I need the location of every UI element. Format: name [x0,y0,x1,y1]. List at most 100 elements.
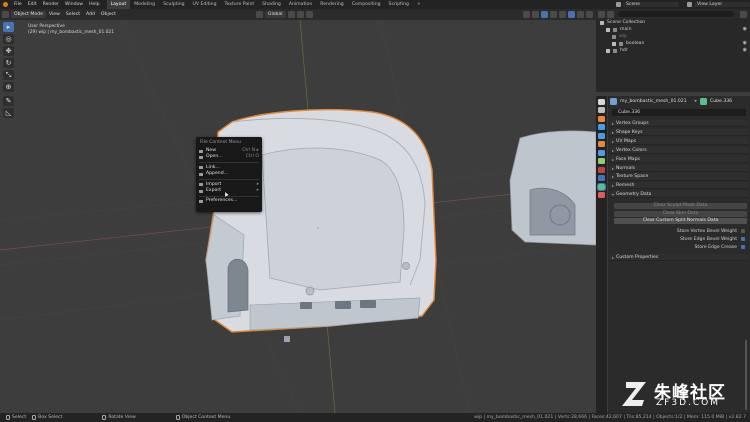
outliner-editor-icon[interactable] [598,10,605,18]
workspace-tab-uv-editing[interactable]: UV Editing [189,0,221,9]
workspace-tab-animation[interactable]: Animation [285,0,316,9]
cursor-icon[interactable]: ◎ [3,34,14,44]
workspace-tab-shading[interactable]: Shading [258,0,285,9]
menu-edit[interactable]: Edit [25,2,40,7]
proportional-edit-icon[interactable] [305,11,313,18]
overlay-icon[interactable] [541,11,548,18]
workspace-tab-compositing[interactable]: Compositing [348,0,385,9]
menu-view[interactable]: View [46,12,63,17]
properties-tabs [596,96,607,413]
outliner-item-hdr[interactable]: hdr ◉ [596,47,750,54]
collection-checkbox[interactable] [606,27,610,32]
context-menu-item-append[interactable]: Append... [196,171,262,177]
annotate-icon[interactable]: ✎ [3,96,14,106]
blender-logo-icon[interactable] [3,2,8,7]
object-mode-dropdown[interactable]: Object Mode [11,11,46,18]
menu-help[interactable]: Help [86,2,102,7]
checkbox[interactable] [741,245,745,250]
gizmo-icon[interactable] [532,11,539,18]
outliner-item-boolean[interactable]: boolean ◉ [596,40,750,47]
snap-icon[interactable] [296,11,304,18]
store-option-row[interactable]: Store Vertex Bevel Weight [614,228,747,235]
panel-normals[interactable]: Normals [610,164,748,172]
properties-tab-icon[interactable] [598,141,605,147]
view-layer-selector[interactable]: View Layer [694,2,750,7]
measure-icon[interactable]: ◺ [3,108,14,118]
properties-tab-icon[interactable] [597,182,606,191]
rotate-icon[interactable]: ↻ [3,58,14,68]
properties-tab-icon[interactable] [598,132,605,139]
add-workspace-button[interactable]: + [413,0,425,9]
panel-remesh[interactable]: Remesh [610,182,748,190]
filter-icon[interactable] [740,10,747,18]
checkbox[interactable] [741,229,745,234]
collection-checkbox[interactable] [606,48,610,53]
panel-uv-maps[interactable]: UV Maps [610,137,748,145]
menu-file[interactable]: File [11,2,25,7]
properties-tab-icon[interactable] [598,124,605,130]
store-option-row[interactable]: Store Edge Crease [614,244,747,251]
eye-icon[interactable]: ◉ [743,26,747,33]
panel-vertex-groups[interactable]: Vertex Groups [610,120,748,127]
menu-window[interactable]: Window [62,2,86,7]
workspace-tab-modeling[interactable]: Modeling [130,0,159,9]
panel-vertex-colors[interactable]: Vertex Colors [610,146,748,154]
outliner-item-main[interactable]: main ◉ [596,26,750,33]
properties-tab-icon[interactable] [598,98,605,105]
shading-solid-icon[interactable] [568,11,575,18]
scene-selector[interactable]: Scene [623,2,679,7]
collection-checkbox[interactable] [612,41,616,46]
visibility-icon[interactable] [523,11,530,18]
outliner-search-input[interactable] [618,11,734,17]
move-icon[interactable]: ✥ [3,46,14,56]
panel-geometry-data[interactable]: Geometry Data [610,191,748,199]
workspace-tab-scripting[interactable]: Scripting [385,0,413,9]
shading-material-icon[interactable] [577,11,584,18]
context-menu-item-export[interactable]: Export ▸ [196,188,262,194]
menu-add[interactable]: Add [83,12,98,17]
properties-tab-icon[interactable] [598,149,605,156]
properties-tab-icon[interactable] [598,192,605,198]
context-menu-item-preferences[interactable]: Preferences... [196,198,262,204]
shading-wireframe-icon[interactable] [559,11,566,18]
shading-rendered-icon[interactable] [586,11,593,18]
xray-icon[interactable] [550,11,557,18]
panel-custom-properties[interactable]: Custom Properties [610,253,748,261]
clear-data-button[interactable]: Clear Sculpt-Mask Data [614,203,747,210]
checkbox[interactable] [741,237,745,242]
clear-data-button[interactable]: Clear Custom Split Normals Data [614,218,747,225]
properties-scrollbar[interactable] [745,340,747,410]
panel-shape-keys[interactable]: Shape Keys [610,128,748,136]
mesh-name-field[interactable]: Cube.336 [612,109,746,116]
clear-data-button[interactable]: Clear Skin Data [614,210,747,217]
panel-texture-space[interactable]: Texture Space [610,173,748,181]
menu-object[interactable]: Object [98,12,119,17]
select-box-icon[interactable]: ▸ [3,22,14,32]
3d-viewport[interactable] [0,20,596,413]
menu-select[interactable]: Select [63,12,83,17]
editor-type-icon[interactable] [2,11,9,18]
scale-icon[interactable]: ⤡ [3,70,14,80]
panel-face-maps[interactable]: Face Maps [610,155,748,163]
secondary-mesh-object[interactable] [509,130,596,246]
outliner-item-scenecollection[interactable]: Scene Collection [596,19,750,26]
properties-tab-icon[interactable] [598,115,605,122]
outliner-display-mode-icon[interactable] [607,10,614,18]
eye-icon[interactable]: ◉ [743,47,747,54]
properties-tab-icon[interactable] [598,158,605,164]
workspace-tab-texture-paint[interactable]: Texture Paint [221,0,259,9]
workspace-tab-layout[interactable]: Layout [106,0,131,9]
menu-render[interactable]: Render [40,2,62,7]
properties-tab-icon[interactable] [598,175,605,181]
outliner-item-wip[interactable]: wip [596,33,750,40]
properties-tab-icon[interactable] [598,166,605,173]
store-option-row[interactable]: Store Edge Bevel Weight [614,236,747,243]
workspace-tab-rendering[interactable]: Rendering [316,0,347,9]
transform-icon[interactable]: ⊕ [3,82,14,92]
eye-icon[interactable]: ◉ [743,40,747,47]
properties-tab-icon[interactable] [598,107,605,113]
pivot-icon[interactable] [287,11,295,18]
context-menu-item-open[interactable]: Open... Ctrl O [196,154,262,160]
transform-orientation-dropdown[interactable]: Global [264,11,286,18]
workspace-tab-sculpting[interactable]: Sculpting [159,0,188,9]
